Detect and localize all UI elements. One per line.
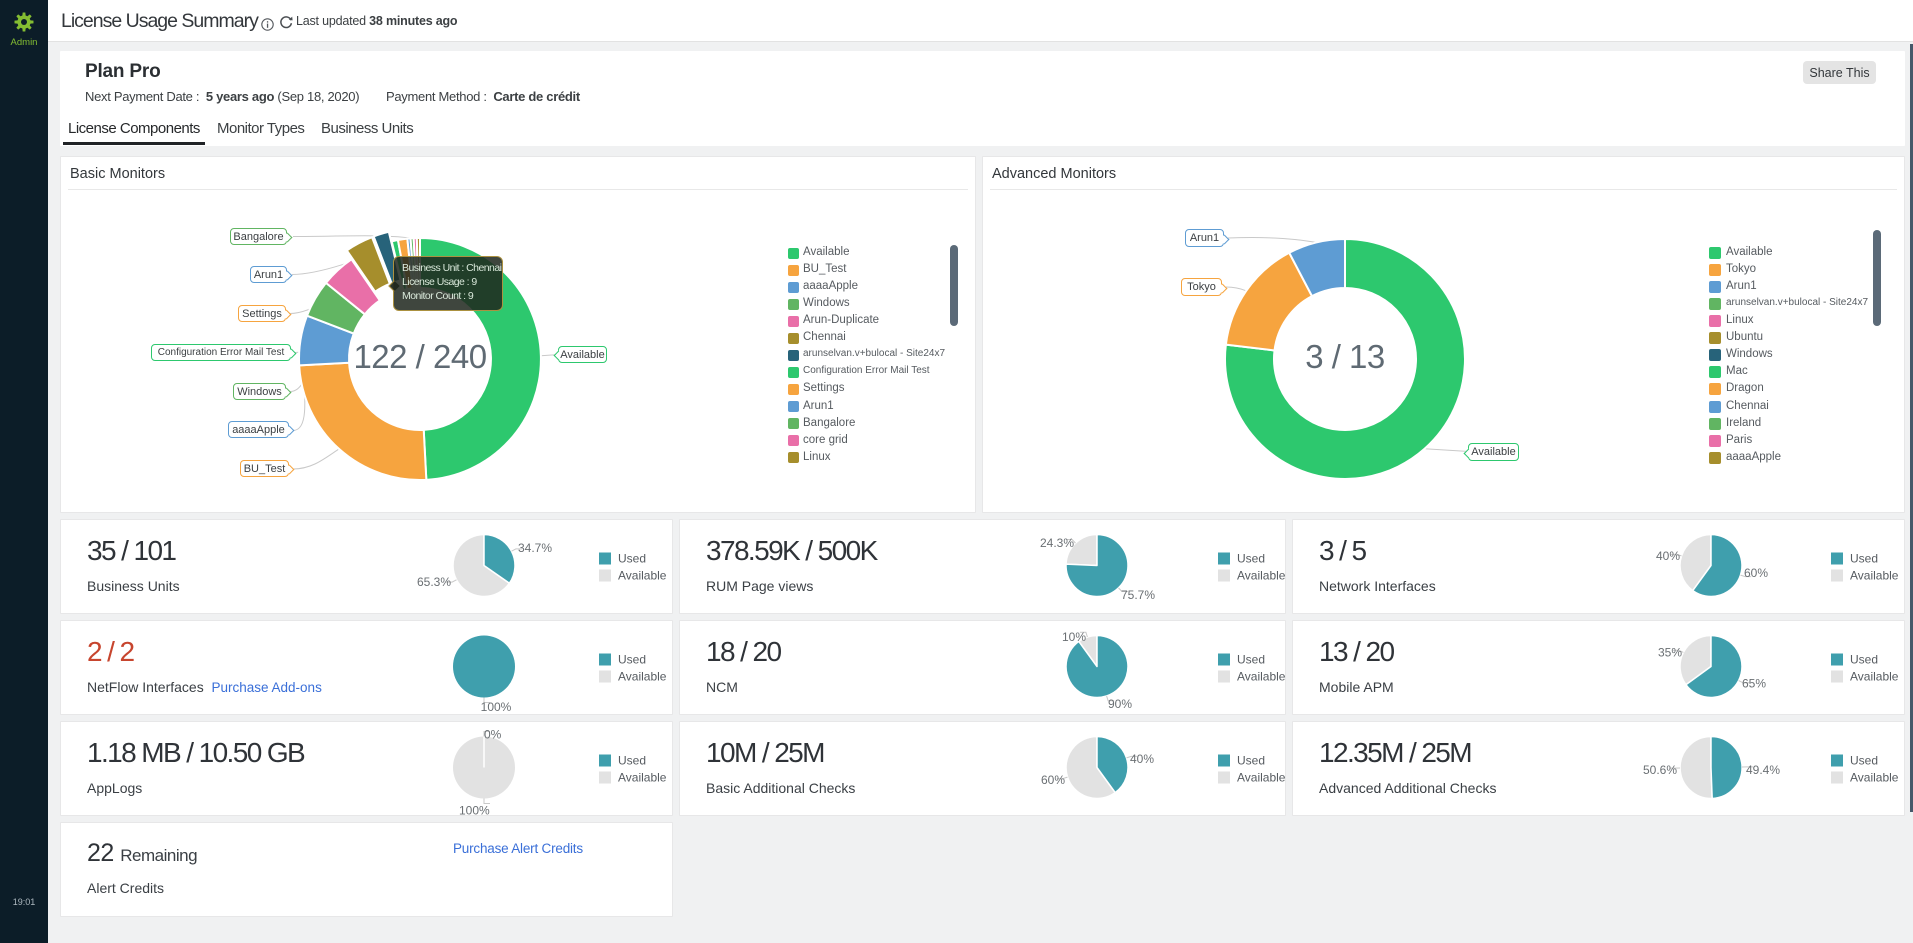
- svg-text:Used: Used: [618, 653, 646, 667]
- svg-text:50.6%: 50.6%: [1643, 763, 1677, 777]
- svg-text:Available: Available: [1850, 771, 1899, 785]
- svg-text:Available: Available: [1237, 569, 1286, 583]
- svg-text:Used: Used: [1850, 653, 1878, 667]
- svg-text:75.7%: 75.7%: [1121, 588, 1155, 602]
- svg-text:60%: 60%: [1041, 773, 1065, 787]
- svg-text:60%: 60%: [1744, 566, 1768, 580]
- svg-text:90%: 90%: [1108, 697, 1132, 711]
- svg-text:49.4%: 49.4%: [1746, 763, 1780, 777]
- svg-text:24.3%: 24.3%: [1040, 536, 1074, 550]
- svg-text:Available: Available: [618, 771, 667, 785]
- svg-text:100%: 100%: [459, 803, 490, 816]
- svg-text:35%: 35%: [1658, 646, 1682, 660]
- svg-text:34.7%: 34.7%: [518, 541, 552, 555]
- svg-text:3 / 13: 3 / 13: [1305, 338, 1385, 375]
- svg-text:65.3%: 65.3%: [417, 575, 451, 589]
- svg-text:Used: Used: [618, 754, 646, 768]
- svg-text:Used: Used: [618, 552, 646, 566]
- svg-text:Available: Available: [1850, 670, 1899, 684]
- svg-text:122 / 240: 122 / 240: [353, 338, 486, 375]
- svg-text:Available: Available: [618, 670, 667, 684]
- svg-text:Available: Available: [1237, 771, 1286, 785]
- svg-text:Available: Available: [618, 569, 667, 583]
- svg-text:Used: Used: [1237, 552, 1265, 566]
- svg-text:40%: 40%: [1656, 549, 1680, 563]
- svg-text:10%: 10%: [1062, 630, 1086, 644]
- svg-text:Available: Available: [1850, 569, 1899, 583]
- svg-text:65%: 65%: [1742, 677, 1766, 691]
- svg-text:Used: Used: [1850, 552, 1878, 566]
- svg-text:Used: Used: [1237, 754, 1265, 768]
- svg-text:0%: 0%: [484, 727, 502, 741]
- svg-text:40%: 40%: [1130, 752, 1154, 766]
- svg-text:Available: Available: [1237, 670, 1286, 684]
- svg-text:Used: Used: [1237, 653, 1265, 667]
- svg-text:Used: Used: [1850, 754, 1878, 768]
- svg-text:100%: 100%: [481, 700, 512, 714]
